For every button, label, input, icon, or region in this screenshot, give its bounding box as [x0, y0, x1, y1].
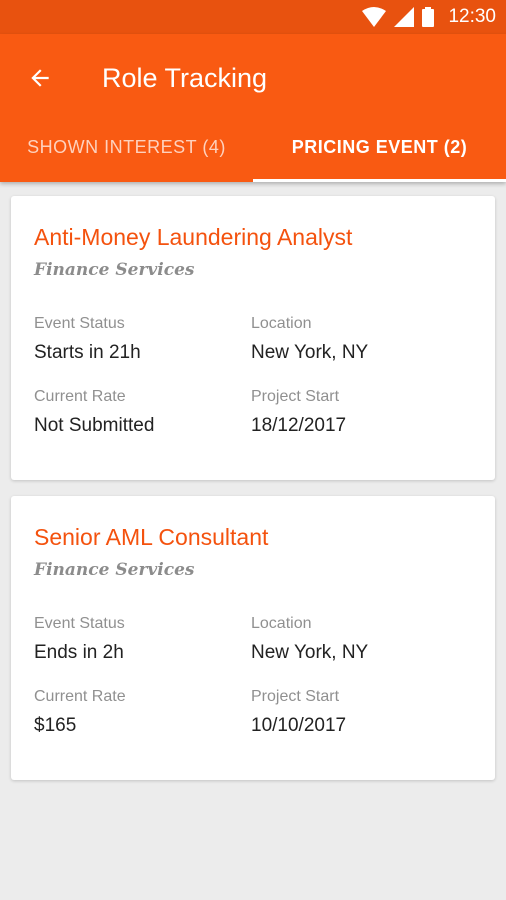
status-bar: 12:30	[0, 0, 506, 34]
app-bar: Role Tracking SHOWN INTEREST (4) PRICING…	[0, 34, 506, 182]
event-status-field: Event Status Ends in 2h	[34, 615, 251, 664]
event-status-field: Event Status Starts in 21h	[34, 315, 251, 364]
role-list: Anti-Money Laundering Analyst Finance Se…	[0, 182, 506, 810]
arrow-back-icon	[31, 69, 49, 87]
signal-icon	[394, 7, 415, 27]
location-value: New York, NY	[251, 342, 369, 363]
location-label: Location	[251, 315, 312, 332]
current-rate-field: Current Rate $165	[34, 688, 251, 737]
role-card[interactable]: Anti-Money Laundering Analyst Finance Se…	[11, 196, 495, 480]
project-start-label: Project Start	[251, 688, 340, 705]
role-title: Senior AML Consultant	[34, 524, 269, 550]
location-field: Location New York, NY	[251, 615, 472, 664]
page-title: Role Tracking	[102, 63, 268, 93]
role-card[interactable]: Senior AML Consultant Finance Services E…	[11, 496, 495, 780]
current-rate-value: Not Submitted	[34, 415, 155, 436]
tab-shown-interest[interactable]: SHOWN INTEREST (4)	[0, 116, 253, 182]
location-value: New York, NY	[251, 642, 369, 663]
project-start-value: 18/12/2017	[251, 415, 347, 436]
current-rate-field: Current Rate Not Submitted	[34, 388, 251, 437]
event-status-label: Event Status	[34, 615, 125, 632]
status-time: 12:30	[448, 6, 496, 27]
role-title: Anti-Money Laundering Analyst	[34, 224, 353, 250]
tab-bar: SHOWN INTEREST (4) PRICING EVENT (2)	[0, 116, 506, 182]
event-status-value: Ends in 2h	[34, 642, 124, 663]
project-start-label: Project Start	[251, 388, 340, 405]
location-field: Location New York, NY	[251, 315, 472, 364]
current-rate-label: Current Rate	[34, 688, 126, 705]
event-status-value: Starts in 21h	[34, 342, 141, 363]
current-rate-value: $165	[34, 715, 77, 736]
project-start-value: 10/10/2017	[251, 715, 347, 736]
role-category: Finance Services	[34, 560, 195, 580]
current-rate-label: Current Rate	[34, 388, 126, 405]
project-start-field: Project Start 10/10/2017	[251, 688, 472, 737]
role-category: Finance Services	[34, 260, 195, 280]
event-status-label: Event Status	[34, 315, 125, 332]
role-details: Event Status Starts in 21h Location New …	[34, 315, 472, 437]
location-label: Location	[251, 615, 312, 632]
tab-pricing-event[interactable]: PRICING EVENT (2)	[253, 116, 506, 182]
battery-icon	[422, 7, 435, 27]
back-button[interactable]	[22, 60, 58, 96]
wifi-icon	[362, 7, 387, 27]
role-details: Event Status Ends in 2h Location New Yor…	[34, 615, 472, 737]
project-start-field: Project Start 18/12/2017	[251, 388, 472, 437]
